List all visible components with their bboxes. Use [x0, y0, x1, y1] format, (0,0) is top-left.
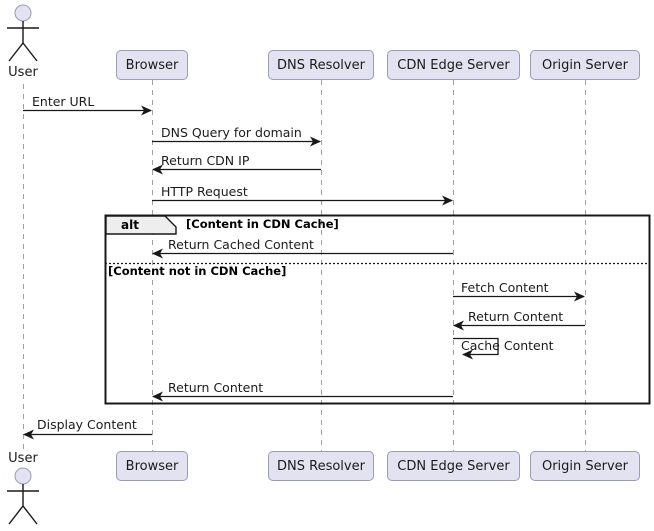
message-label-enter-url: Enter URL — [32, 94, 95, 109]
actor-leg-right-user-bottom — [22, 505, 38, 525]
message-label-display-content: Display Content — [37, 417, 137, 432]
actor-figure-user-bottom — [7, 467, 39, 525]
alt-guard-content-not-in-cache: [Content not in CDN Cache] — [108, 264, 287, 278]
participant-cdn-edge-server-bottom[interactable]: CDN Edge Server — [387, 451, 520, 481]
participant-origin-server-bottom[interactable]: Origin Server — [530, 451, 640, 481]
message-label-return-cached-content: Return Cached Content — [168, 237, 314, 252]
actor-leg-left-user-top — [8, 42, 24, 62]
actor-figure-user-top — [7, 4, 39, 62]
actor-leg-right-user-top — [22, 42, 38, 62]
message-label-cache-content: Cache Content — [461, 338, 554, 353]
participant-dns-resolver-top[interactable]: DNS Resolver — [268, 50, 374, 80]
participant-browser-top[interactable]: Browser — [116, 50, 188, 80]
actor-label-user-bottom: User — [8, 451, 38, 466]
participant-browser-bottom[interactable]: Browser — [116, 451, 188, 481]
actor-label-user-top: User — [8, 65, 38, 80]
message-label-return-content-origin: Return Content — [468, 309, 564, 324]
actor-head-user-top — [14, 4, 32, 22]
participant-origin-server-top[interactable]: Origin Server — [530, 50, 640, 80]
participant-dns-resolver-bottom[interactable]: DNS Resolver — [268, 451, 374, 481]
actor-leg-left-user-bottom — [8, 505, 24, 525]
sequence-diagram-canvas: User User Browser Browser DNS Resolver DNS Re… — [0, 0, 654, 531]
message-label-fetch-content: Fetch Content — [461, 280, 549, 295]
actor-head-user-bottom — [14, 467, 32, 485]
message-label-http-request: HTTP Request — [161, 184, 248, 199]
alt-fragment-operator-label: alt — [121, 218, 139, 232]
alt-fragment-operator-tab — [105, 215, 177, 235]
message-label-return-cdn-ip: Return CDN IP — [161, 153, 250, 168]
message-label-return-content-cdn: Return Content — [168, 380, 264, 395]
participant-cdn-edge-server-top[interactable]: CDN Edge Server — [387, 50, 520, 80]
alt-guard-content-in-cache: [Content in CDN Cache] — [186, 217, 339, 231]
message-label-dns-query: DNS Query for domain — [161, 125, 302, 140]
